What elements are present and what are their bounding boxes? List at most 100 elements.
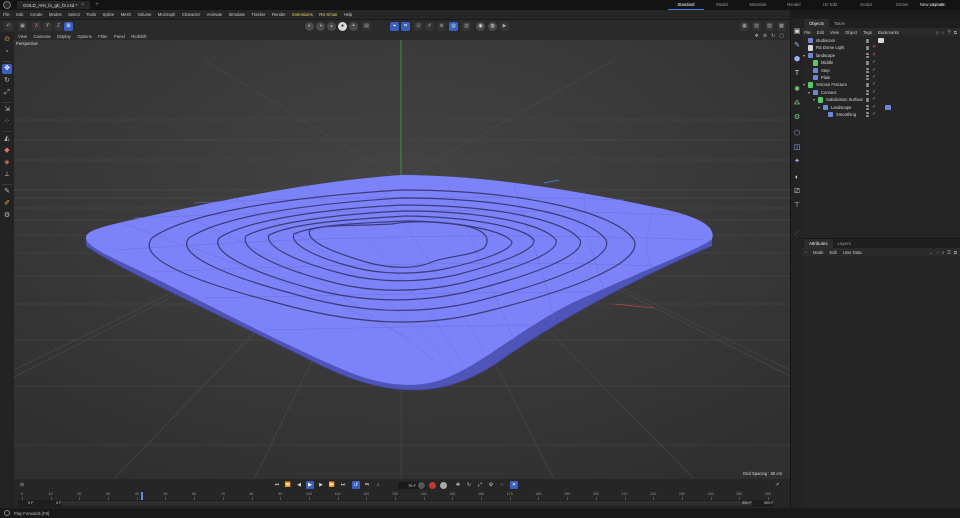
visibility-dots[interactable] bbox=[866, 38, 869, 44]
points-mode-icon[interactable]: ⁘ bbox=[2, 117, 12, 127]
object-name[interactable]: studiocam bbox=[816, 37, 835, 44]
playback-rate-icon[interactable]: ⇆ bbox=[363, 481, 371, 489]
move-tool-icon[interactable]: ✥ bbox=[2, 64, 12, 74]
expand-arrow-icon[interactable]: ▾ bbox=[803, 52, 805, 59]
menu-file[interactable]: File bbox=[3, 12, 10, 17]
rotate-tool-icon[interactable]: ↻ bbox=[2, 76, 12, 86]
deformer-icon[interactable]: ⬡ bbox=[792, 129, 802, 139]
tab-attributes[interactable]: Attributes bbox=[804, 239, 833, 248]
wireframe-mode-icon[interactable]: ◓ bbox=[349, 22, 358, 31]
render-active-view-icon[interactable]: ▧ bbox=[752, 22, 761, 31]
text-icon[interactable]: T bbox=[792, 69, 802, 79]
visibility-dots[interactable] bbox=[866, 97, 869, 103]
live-selection-icon[interactable]: ⊙ bbox=[2, 35, 12, 45]
3d-viewport[interactable]: Perspective Grid Spacing : 50 cm bbox=[14, 40, 790, 479]
objects-menu-object[interactable]: Object bbox=[845, 30, 857, 35]
layout-tab-sculpt[interactable]: Sculpt bbox=[848, 0, 884, 10]
viewport-menu-redshift[interactable]: Redshift bbox=[131, 34, 146, 39]
paint-tool-icon[interactable]: ✐ bbox=[2, 199, 12, 209]
brush-tool-icon[interactable]: ✎ bbox=[2, 187, 12, 197]
enabled-flag-icon[interactable]: ✓ bbox=[872, 111, 876, 118]
enabled-flag-icon[interactable]: ✓ bbox=[872, 81, 876, 88]
go-to-start-icon[interactable]: ⏮ bbox=[273, 481, 281, 489]
tab-layers[interactable]: Layers bbox=[833, 239, 856, 248]
generator-icon[interactable]: ⬢ bbox=[792, 55, 802, 65]
tweak-mode-icon[interactable]: ⚙ bbox=[2, 211, 12, 221]
attributes-menu-edit[interactable]: Edit bbox=[829, 250, 836, 255]
snap-settings-icon[interactable]: ⌗ bbox=[401, 22, 410, 31]
object-row[interactable]: studiocam bbox=[802, 37, 960, 44]
display-mode-icon[interactable]: ◐ bbox=[305, 22, 314, 31]
cloner-icon[interactable]: ⁂ bbox=[792, 99, 802, 109]
play-forwards-button[interactable]: ▶ bbox=[306, 481, 314, 489]
search-icon[interactable]: ⌕ bbox=[936, 30, 939, 35]
next-frame-icon[interactable]: ▶ bbox=[317, 481, 325, 489]
model-mode-icon[interactable]: ▣ bbox=[18, 22, 27, 31]
preview-end-field[interactable]: 300 F bbox=[742, 500, 752, 507]
viewport-menu-options[interactable]: Options bbox=[77, 34, 91, 39]
layout-tab-standard[interactable]: Standard bbox=[668, 0, 704, 10]
timeline-curve-icon[interactable]: ↗ bbox=[773, 481, 781, 489]
attributes-menu-mode[interactable]: Mode bbox=[813, 250, 823, 255]
viewport-menu-view[interactable]: View bbox=[18, 34, 27, 39]
snap-icon[interactable]: ⌖ bbox=[390, 22, 399, 31]
menu-spline[interactable]: Spline bbox=[103, 12, 115, 17]
transform-tool-icon[interactable]: ⇲ bbox=[2, 105, 12, 115]
playhead-marker[interactable] bbox=[141, 492, 143, 500]
layout-tab-render[interactable]: Render bbox=[776, 0, 812, 10]
enabled-flag-icon[interactable]: ✓ bbox=[872, 59, 876, 66]
render-settings-icon[interactable]: ▶ bbox=[500, 22, 509, 31]
object-row[interactable]: ▾ Voronoi Fracture ✓ bbox=[802, 81, 960, 88]
menu-render[interactable]: Render bbox=[272, 12, 286, 17]
menu-character[interactable]: Character bbox=[182, 12, 200, 17]
object-row[interactable]: Plain ✓ bbox=[802, 74, 960, 81]
document-tab[interactable]: GOLD_ANI_fo_gb_f3.c4d * × bbox=[17, 1, 91, 9]
grid-icon[interactable]: # bbox=[425, 22, 434, 31]
object-row[interactable]: ▾ landscape ✕ bbox=[802, 52, 960, 59]
new-layouts-button[interactable]: New Layouts bbox=[920, 1, 944, 9]
layout-tab-materials[interactable]: Materials bbox=[740, 0, 776, 10]
pan-view-icon[interactable]: ✥ bbox=[755, 33, 759, 39]
axis-mode-icon[interactable]: ⟂ bbox=[2, 170, 12, 180]
enable-axis-icon[interactable]: ◎ bbox=[449, 22, 458, 31]
visibility-dots[interactable] bbox=[866, 53, 869, 58]
search-icon[interactable]: ⌕ bbox=[942, 250, 945, 255]
object-row[interactable]: RS Dome Light ✕ bbox=[802, 44, 960, 51]
back-arrow-icon[interactable]: ← bbox=[804, 249, 809, 255]
record-keys-icon[interactable] bbox=[429, 482, 436, 489]
object-row[interactable]: ▾ Subdivision Surface ✓ bbox=[802, 96, 960, 103]
go-to-end-icon[interactable]: ⏭ bbox=[339, 481, 347, 489]
edges-mode-icon[interactable]: ◭ bbox=[2, 134, 12, 144]
min-time-field[interactable]: 0 F bbox=[28, 500, 34, 507]
objects-menu-bookmarks[interactable]: Bookmarks bbox=[878, 30, 899, 35]
menu-create[interactable]: Create bbox=[30, 12, 43, 17]
render-tag-icon[interactable]: ⊤ bbox=[792, 201, 802, 211]
tab-takes[interactable]: Takes bbox=[829, 19, 850, 28]
enabled-flag-icon[interactable]: ✓ bbox=[872, 89, 876, 96]
object-tag-icon[interactable] bbox=[878, 38, 884, 44]
spline-pen-icon[interactable]: ✎ bbox=[792, 41, 802, 51]
environment-icon[interactable]: ◐ bbox=[792, 173, 802, 183]
menu-tracker[interactable]: Tracker bbox=[251, 12, 265, 17]
record-scale-icon[interactable]: ⤢ bbox=[476, 481, 484, 489]
object-name[interactable]: Smoothing bbox=[836, 111, 856, 118]
new-document-icon[interactable]: + bbox=[95, 2, 99, 8]
menu-edit[interactable]: Edit bbox=[16, 12, 23, 17]
menu-select[interactable]: Select bbox=[68, 12, 80, 17]
axis-z-button[interactable]: Z bbox=[54, 22, 63, 31]
polygons-mode-icon[interactable]: ◆ bbox=[2, 146, 12, 156]
viewport-menu-filter[interactable]: Filter bbox=[98, 34, 107, 39]
cube-icon[interactable]: ▣ bbox=[792, 27, 802, 37]
enabled-flag-icon[interactable]: ✕ bbox=[872, 52, 876, 59]
menu-rs-xmas[interactable]: RS-Xmas bbox=[319, 12, 337, 17]
menu-modes[interactable]: Modes bbox=[49, 12, 62, 17]
layout-tab-groom[interactable]: Groom bbox=[884, 0, 920, 10]
layout-tab-model[interactable]: Model bbox=[704, 0, 740, 10]
object-row[interactable]: ▾ Landscape ✓ bbox=[802, 104, 960, 111]
object-name[interactable]: Middle bbox=[821, 59, 833, 66]
filter-icon[interactable]: ⚲ bbox=[947, 29, 950, 35]
enabled-flag-icon[interactable]: ✕ bbox=[872, 44, 876, 51]
home-icon[interactable]: ⌂ bbox=[942, 30, 945, 35]
menu-mograph[interactable]: MoGraph bbox=[158, 12, 175, 17]
select-mode-icon[interactable]: ⬫ bbox=[2, 47, 12, 57]
